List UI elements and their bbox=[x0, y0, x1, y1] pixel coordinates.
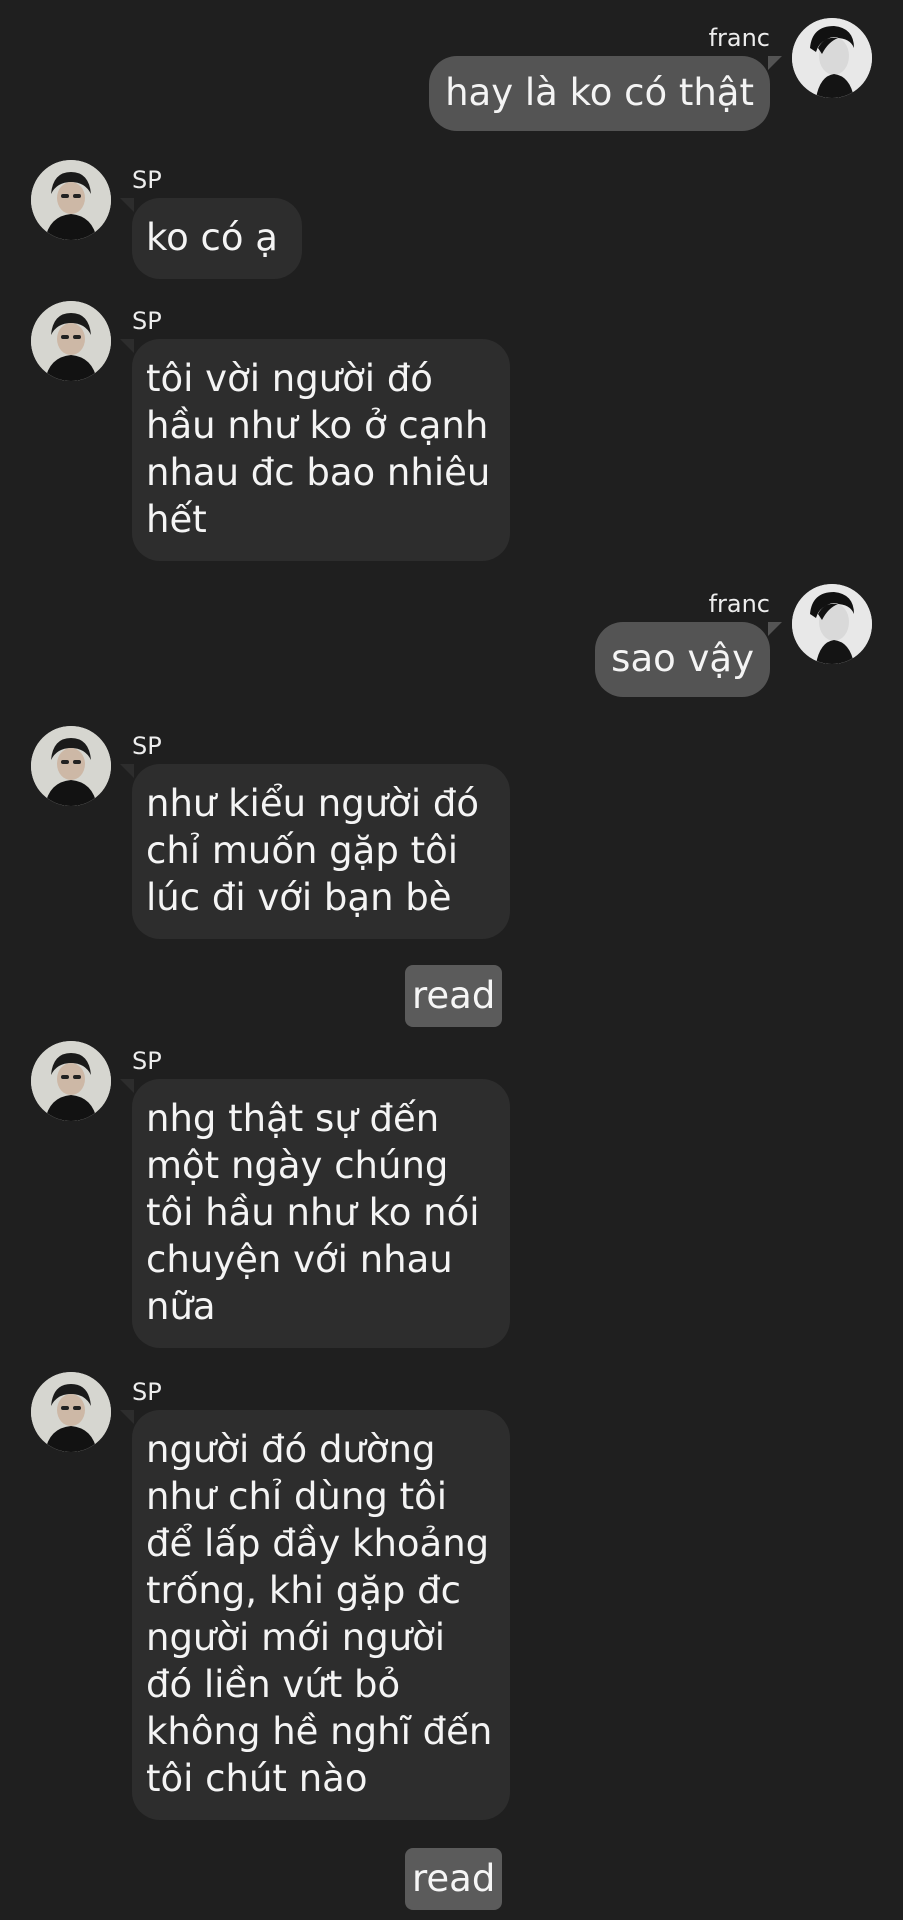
sender-name: SP bbox=[132, 307, 162, 335]
message-text: nhau đc bao nhiêu bbox=[146, 451, 491, 494]
profile-photo-icon bbox=[31, 301, 111, 381]
read-receipt-badge: read bbox=[405, 965, 503, 1027]
message-text: không hề nghĩ đến bbox=[146, 1710, 493, 1753]
message-text: để lấp đầy khoảng bbox=[146, 1522, 490, 1565]
avatar[interactable] bbox=[792, 18, 872, 98]
message-bubble[interactable]: hay là ko có thật bbox=[429, 56, 770, 131]
message-bubble[interactable]: ko có ạ bbox=[132, 198, 302, 279]
message-bubble[interactable]: người đó dường như chỉ dùng tôi để lấp đ… bbox=[132, 1410, 510, 1820]
profile-photo-icon bbox=[31, 726, 111, 806]
message-text: nữa bbox=[146, 1285, 216, 1328]
message-text: tôi hầu như ko nói bbox=[146, 1191, 480, 1234]
bubble-tail bbox=[120, 198, 134, 212]
message-text: đó liền vứt bỏ bbox=[146, 1663, 401, 1706]
message-text: hầu như ko ở cạnh bbox=[146, 404, 489, 447]
message-text: người mới người bbox=[146, 1616, 446, 1659]
avatar[interactable] bbox=[31, 1041, 111, 1121]
bubble-tail bbox=[120, 764, 134, 778]
chat-thread[interactable]: franc hay là ko có thật SP ko có ạ SP tô… bbox=[0, 0, 903, 1920]
avatar[interactable] bbox=[31, 160, 111, 240]
sender-name: SP bbox=[132, 1378, 162, 1406]
profile-photo-icon bbox=[31, 160, 111, 240]
profile-photo-icon bbox=[31, 1041, 111, 1121]
profile-photo-icon bbox=[792, 584, 872, 664]
message-text: chuyện với nhau bbox=[146, 1238, 453, 1281]
message-text: một ngày chúng bbox=[146, 1144, 449, 1187]
message-text: sao vậy bbox=[611, 637, 754, 680]
message-text: lúc đi với bạn bè bbox=[146, 876, 452, 919]
read-receipt-badge: read bbox=[405, 1848, 503, 1910]
message-text: hay là ko có thật bbox=[445, 71, 754, 114]
bubble-tail bbox=[768, 56, 782, 70]
profile-photo-icon bbox=[792, 18, 872, 98]
bubble-tail bbox=[768, 622, 782, 636]
sender-name: franc bbox=[708, 24, 770, 52]
message-text: ko có ạ bbox=[146, 216, 278, 259]
message-text: tôi vời người đó bbox=[146, 357, 433, 400]
sender-name: franc bbox=[708, 590, 770, 618]
profile-photo-icon bbox=[31, 1372, 111, 1452]
message-text: như kiểu người đó bbox=[146, 782, 479, 825]
message-text: trống, khi gặp đc bbox=[146, 1569, 461, 1612]
message-bubble[interactable]: tôi vời người đó hầu như ko ở cạnh nhau … bbox=[132, 339, 510, 561]
avatar[interactable] bbox=[31, 1372, 111, 1452]
sender-name: SP bbox=[132, 1047, 162, 1075]
sender-name: SP bbox=[132, 732, 162, 760]
avatar[interactable] bbox=[31, 301, 111, 381]
sender-name: SP bbox=[132, 166, 162, 194]
message-bubble[interactable]: nhg thật sự đến một ngày chúng tôi hầu n… bbox=[132, 1079, 510, 1348]
bubble-tail bbox=[120, 1079, 134, 1093]
bubble-tail bbox=[120, 339, 134, 353]
bubble-tail bbox=[120, 1410, 134, 1424]
avatar[interactable] bbox=[31, 726, 111, 806]
message-bubble[interactable]: như kiểu người đó chỉ muốn gặp tôi lúc đ… bbox=[132, 764, 510, 939]
message-text: tôi chút nào bbox=[146, 1757, 368, 1800]
message-text: như chỉ dùng tôi bbox=[146, 1475, 448, 1518]
avatar[interactable] bbox=[792, 584, 872, 664]
message-text: hết bbox=[146, 498, 207, 541]
message-bubble[interactable]: sao vậy bbox=[595, 622, 770, 697]
message-text: chỉ muốn gặp tôi bbox=[146, 829, 459, 872]
message-text: nhg thật sự đến bbox=[146, 1097, 440, 1140]
message-text: người đó dường bbox=[146, 1428, 436, 1471]
